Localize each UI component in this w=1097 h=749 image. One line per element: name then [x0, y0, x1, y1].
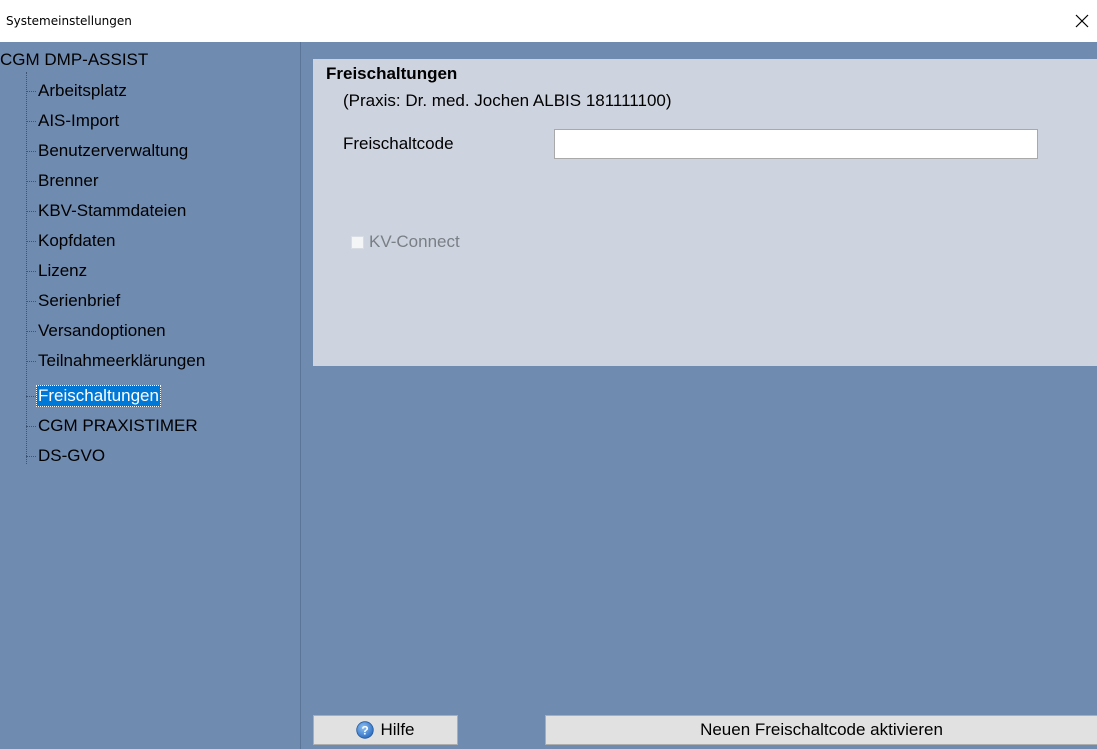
kv-connect-checkbox-row: KV-Connect	[351, 232, 460, 252]
help-icon: ?	[356, 721, 375, 739]
tree-item-brenner[interactable]: Brenner	[26, 167, 100, 195]
group-title: Freischaltungen	[326, 64, 458, 83]
kv-connect-label: KV-Connect	[369, 232, 460, 251]
freischaltcode-input[interactable]	[554, 129, 1038, 159]
window-title: Systemeinstellungen	[6, 14, 132, 28]
close-icon	[1075, 14, 1089, 28]
activate-code-button-label: Neuen Freischaltcode aktivieren	[700, 720, 943, 739]
title-bar: Systemeinstellungen	[0, 0, 1097, 42]
tree-item-freischaltungen[interactable]: Freischaltungen	[26, 382, 161, 410]
tree-item-label: KBV-Stammdateien	[38, 201, 187, 220]
tree-item-teilnahmeerklaerungen[interactable]: Teilnahmeerklärungen	[26, 347, 207, 375]
close-button[interactable]	[1067, 6, 1097, 36]
tree-item-label: Freischaltungen	[36, 385, 161, 407]
tree-item-serienbrief[interactable]: Serienbrief	[26, 287, 122, 315]
freischaltungen-group: Freischaltungen (Praxis: Dr. med. Jochen…	[313, 59, 1097, 366]
tree-item-label: CGM PRAXISTIMER	[38, 416, 198, 435]
tree-item-label: Lizenz	[38, 261, 88, 280]
help-button-label: Hilfe	[380, 720, 415, 739]
tree-item-label: DS-GVO	[38, 446, 106, 465]
activate-code-button[interactable]: Neuen Freischaltcode aktivieren	[545, 715, 1097, 745]
tree-item-versandoptionen[interactable]: Versandoptionen	[26, 317, 168, 345]
tree-item-label: Versandoptionen	[38, 321, 166, 340]
tree-item-ais-import[interactable]: AIS-Import	[26, 107, 121, 135]
tree-item-label: Serienbrief	[38, 291, 121, 310]
tree-item-kbv-stammdateien[interactable]: KBV-Stammdateien	[26, 197, 188, 225]
tree-item-benutzerverwaltung[interactable]: Benutzerverwaltung	[26, 137, 190, 165]
praxis-info: (Praxis: Dr. med. Jochen ALBIS 181111100…	[343, 91, 672, 110]
svg-text:?: ?	[362, 723, 369, 737]
help-button[interactable]: ? Hilfe	[313, 715, 458, 745]
freischaltcode-label: Freischaltcode	[343, 134, 454, 153]
settings-window: Systemeinstellungen CGM DMP-ASSIST Arbei…	[0, 0, 1097, 749]
tree-item-ds-gvo[interactable]: DS-GVO	[26, 442, 107, 470]
tree-item-label: Benutzerverwaltung	[38, 141, 189, 160]
tree-item-lizenz[interactable]: Lizenz	[26, 257, 89, 285]
settings-tree: CGM DMP-ASSIST Arbeitsplatz AIS-Import B…	[0, 42, 301, 749]
tree-item-label: Arbeitsplatz	[38, 81, 127, 100]
tree-item-cgm-praxistimer[interactable]: CGM PRAXISTIMER	[26, 412, 200, 440]
tree-root-item[interactable]: CGM DMP-ASSIST	[0, 50, 148, 70]
tree-item-arbeitsplatz[interactable]: Arbeitsplatz	[26, 77, 129, 105]
tree-item-label: Teilnahmeerklärungen	[38, 351, 206, 370]
tree-item-label: Kopfdaten	[38, 231, 116, 250]
tree-item-kopfdaten[interactable]: Kopfdaten	[26, 227, 118, 255]
tree-item-label: AIS-Import	[38, 111, 120, 130]
tree-item-label: Brenner	[38, 171, 99, 190]
kv-connect-checkbox	[351, 235, 364, 249]
